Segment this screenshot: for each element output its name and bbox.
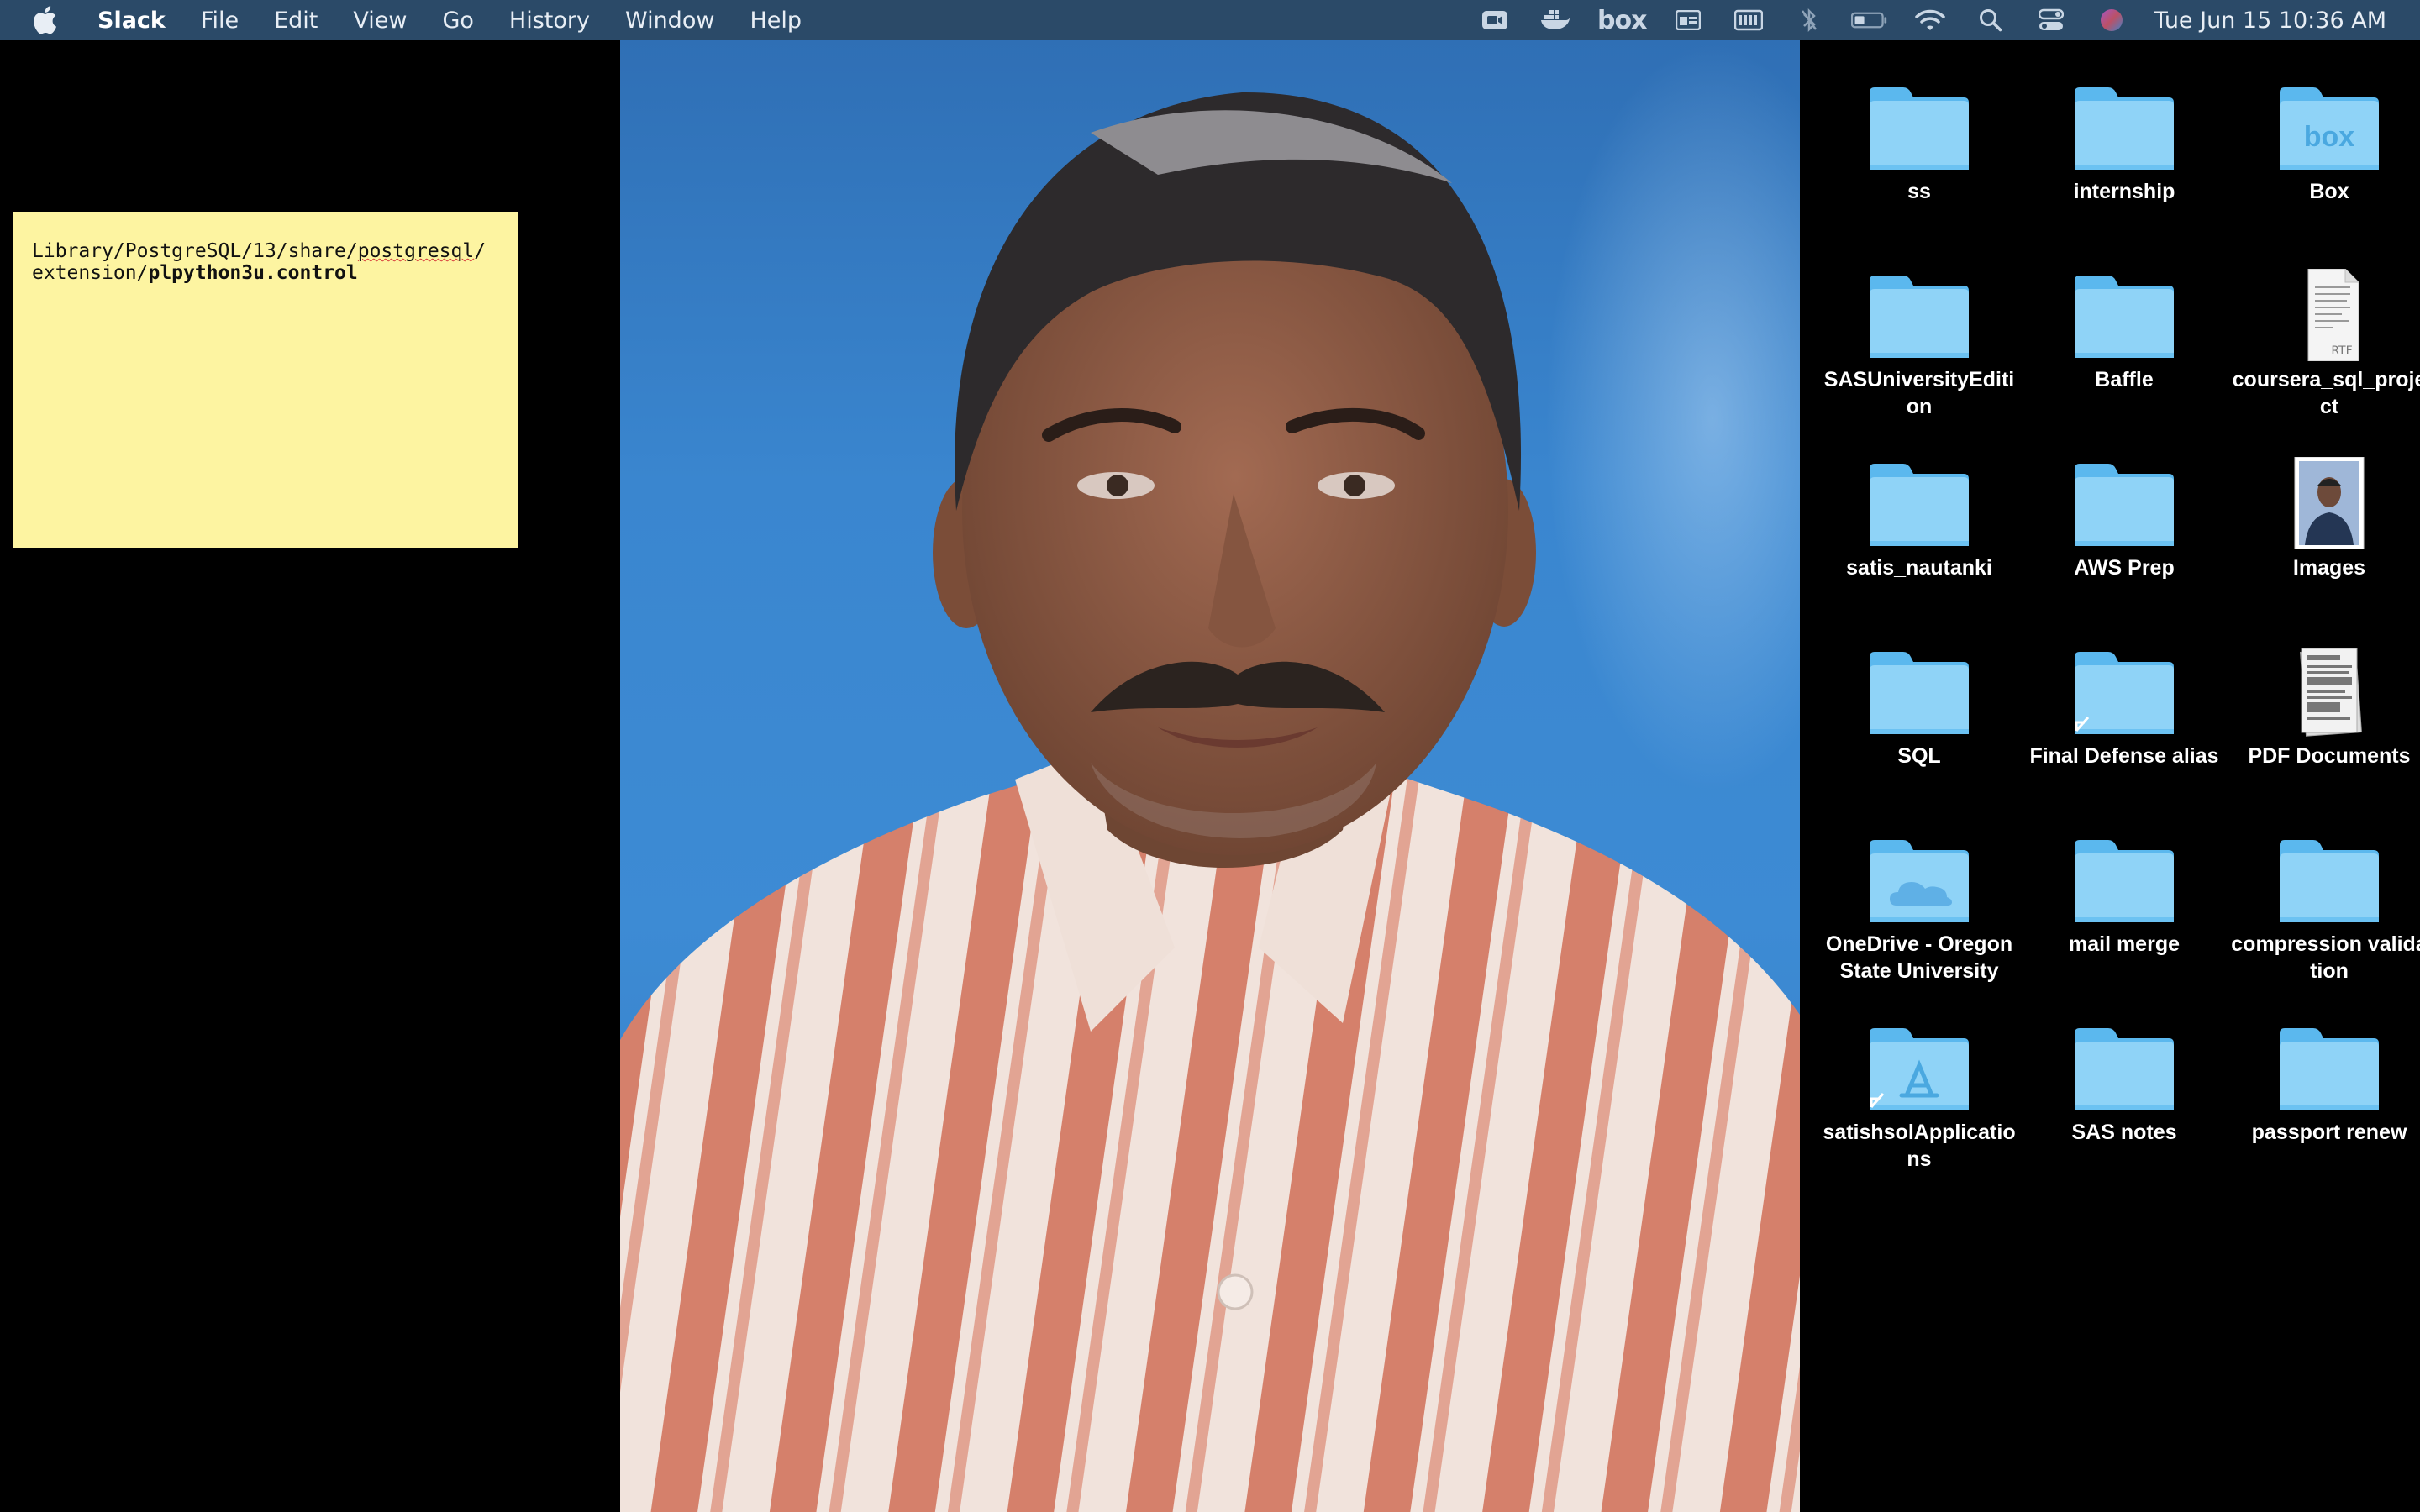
sticky-note[interactable]: Library/PostgreSQL/13/share/postgresql/ … <box>13 212 518 548</box>
sticky-note-line-2: extension/plpython3u.control <box>32 262 499 284</box>
desktop-item-ss[interactable]: ss <box>1817 57 2022 242</box>
app-window-icon[interactable] <box>1670 7 1707 34</box>
keyboard-icon[interactable] <box>1730 7 1767 34</box>
photo-viewer-image[interactable] <box>620 40 1800 1512</box>
desktop-item-label: passport renew <box>2251 1121 2407 1144</box>
folder-icon <box>1865 457 1974 549</box>
desktop-item-box[interactable]: box Box <box>2227 57 2420 242</box>
menu-file[interactable]: File <box>201 8 239 34</box>
video-icon[interactable] <box>1476 7 1513 34</box>
control-center-icon[interactable] <box>2033 7 2070 34</box>
folder-icon <box>2275 1021 2384 1114</box>
desktop-item-sas-notes[interactable]: SAS notes <box>2022 998 2227 1183</box>
desktop-item-label: Box <box>2309 180 2349 203</box>
desktop-item-pdf-documents[interactable]: PDF Documents <box>2227 622 2420 806</box>
folder-icon <box>1865 269 1974 361</box>
box-folder-icon: box <box>2275 81 2384 173</box>
folder-icon <box>2070 833 2179 926</box>
docker-icon[interactable] <box>1537 7 1574 34</box>
folder-icon <box>1865 81 1974 173</box>
folder-icon <box>2070 269 2179 361</box>
desktop-item-baffle[interactable]: Baffle <box>2022 245 2227 430</box>
battery-icon[interactable] <box>1851 7 1888 34</box>
desktop-item-coursera-sql-project[interactable]: RTF coursera_sql_project <box>2227 245 2420 430</box>
sticky-text-misspelled: postgresql <box>357 240 475 262</box>
desktop-item-label: Images <box>2292 556 2366 580</box>
desktop-item-images[interactable]: Images <box>2227 433 2420 618</box>
spotlight-search-icon[interactable] <box>1972 7 2009 34</box>
desktop-item-mail-merge[interactable]: mail merge <box>2022 810 2227 995</box>
desktop-item-onedrive-oregon-state-university[interactable]: OneDrive - Oregon State University <box>1817 810 2022 995</box>
desktop-item-sql[interactable]: SQL <box>1817 622 2022 806</box>
sticky-text: / <box>474 240 487 262</box>
desktop-item-label: mail merge <box>2068 932 2180 956</box>
desktop-item-label: satis_nautanki <box>1846 556 1992 580</box>
desktop-item-label: PDF Documents <box>2248 744 2411 768</box>
sticky-text: extension/ <box>32 262 149 284</box>
box-icon[interactable]: box <box>1597 6 1647 35</box>
menu-help[interactable]: Help <box>750 8 802 34</box>
desktop-item-label: Final Defense alias <box>2029 744 2219 768</box>
desktop-item-label: SQL <box>1897 744 1941 768</box>
desktop-item-final-defense-alias[interactable]: Final Defense alias <box>2022 622 2227 806</box>
wifi-icon[interactable] <box>1912 7 1949 34</box>
folder-icon <box>2275 833 2384 926</box>
menu-bar: Slack File Edit View Go History Window H… <box>0 0 2420 40</box>
desktop-item-label: OneDrive - Oregon State University <box>1825 932 2013 983</box>
sticky-text: Library/PostgreSQL/13/share/ <box>32 240 358 262</box>
folder-icon <box>2070 457 2179 549</box>
desktop-item-label: satishsolApplications <box>1823 1121 2016 1171</box>
desktop-item-satis-nautanki[interactable]: satis_nautanki <box>1817 433 2022 618</box>
menubar-clock[interactable]: Tue Jun 15 10:36 AM <box>2154 8 2386 34</box>
rtf-document-icon: RTF <box>2275 268 2384 362</box>
bluetooth-icon[interactable] <box>1791 7 1828 34</box>
siri-icon[interactable] <box>2093 7 2130 34</box>
sticky-note-line-1: Library/PostgreSQL/13/share/postgresql/ <box>32 240 499 262</box>
portrait-illustration <box>620 92 1800 1512</box>
applications-folder-alias-icon <box>1865 1021 1974 1114</box>
menu-window[interactable]: Window <box>625 8 714 34</box>
apple-menu-icon[interactable] <box>32 3 66 37</box>
image-thumbnail-icon <box>2275 456 2384 550</box>
menu-app-name[interactable]: Slack <box>97 8 166 34</box>
desktop-item-passport-renew[interactable]: passport renew <box>2227 998 2420 1183</box>
svg-text:box: box <box>2304 121 2355 153</box>
desktop-item-label: SASUniversityEdition <box>1823 368 2015 418</box>
desktop-item-sasuniversityedition[interactable]: SASUniversityEdition <box>1817 245 2022 430</box>
desktop-item-internship[interactable]: internship <box>2022 57 2227 242</box>
onedrive-folder-icon <box>1865 833 1974 926</box>
desktop-icon-area: ss internship box Box SASUniversityEditi… <box>1800 40 2420 1512</box>
desktop-item-aws-prep[interactable]: AWS Prep <box>2022 433 2227 618</box>
folder-icon <box>2070 1021 2179 1114</box>
menu-view[interactable]: View <box>353 8 407 34</box>
sticky-text-bold: plpython3u.control <box>148 262 358 284</box>
menu-history[interactable]: History <box>509 8 590 34</box>
folder-icon <box>1865 645 1974 738</box>
desktop-item-label: AWS Prep <box>2074 556 2175 580</box>
desktop-item-label: ss <box>1907 180 1931 203</box>
desktop-item-label: SAS notes <box>2071 1121 2177 1144</box>
desktop-item-label: internship <box>2073 180 2175 203</box>
desktop-item-label: coursera_sql_project <box>2232 368 2420 418</box>
folder-alias-icon <box>2070 645 2179 738</box>
desktop-item-label: compression validation <box>2231 932 2420 983</box>
svg-text:RTF: RTF <box>2331 344 2352 358</box>
pdf-documents-icon <box>2275 645 2384 738</box>
menu-edit[interactable]: Edit <box>274 8 318 34</box>
menu-go[interactable]: Go <box>442 8 473 34</box>
desktop-item-compression-validation[interactable]: compression validation <box>2227 810 2420 995</box>
folder-icon <box>2070 81 2179 173</box>
desktop-item-satishsolapplications[interactable]: satishsolApplications <box>1817 998 2022 1183</box>
desktop-item-label: Baffle <box>2095 368 2154 391</box>
